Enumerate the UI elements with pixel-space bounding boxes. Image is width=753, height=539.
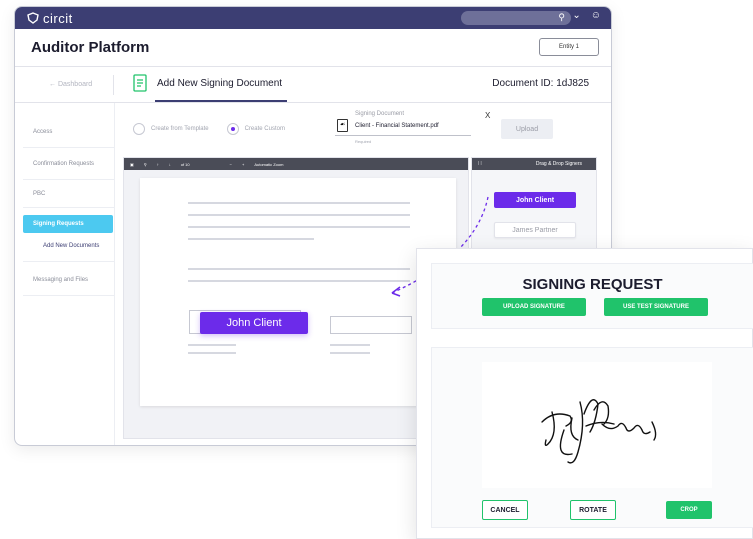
radio-create-from-template[interactable]: [133, 123, 145, 135]
modal-title: SIGNING REQUEST: [522, 276, 663, 293]
radio-label-template: Create from Template: [151, 126, 209, 132]
sidebar-item-confirmation-requests[interactable]: Confirmation Requests: [23, 155, 113, 173]
divider: [23, 179, 115, 180]
circit-logo[interactable]: circit: [27, 11, 73, 26]
signing-document-field[interactable]: ☙ Signing Document Client - Financial St…: [335, 111, 475, 145]
shield-logo-icon: [27, 12, 39, 24]
text-line: [330, 352, 370, 354]
document-id: Document ID: 1dJ825: [492, 78, 589, 89]
sidebar-item-access[interactable]: Access: [23, 123, 113, 141]
crop-button[interactable]: CROP: [666, 501, 712, 519]
arrow-up-icon[interactable]: ↑: [157, 162, 159, 167]
sidebar: Access Confirmation Requests PBC Signing…: [15, 103, 115, 445]
top-nav-bar: circit ⚲ ⌄ ☺: [15, 7, 611, 29]
signature-area: CANCEL ROTATE CROP: [431, 347, 753, 528]
required-hint: Required: [355, 139, 372, 144]
radio-label-custom: Create Custom: [244, 126, 285, 132]
signers-panel-header: ∷ Drag & Drop Signers: [472, 158, 596, 170]
field-underline: [335, 135, 471, 136]
signature-field-empty[interactable]: [330, 316, 412, 334]
search-input[interactable]: ⚲: [461, 11, 571, 25]
zoom-in-icon[interactable]: +: [242, 162, 244, 167]
text-line: [188, 268, 410, 270]
text-line: [188, 226, 410, 228]
rotate-button[interactable]: ROTATE: [570, 500, 616, 520]
signers-panel-title: Drag & Drop Signers: [535, 161, 582, 167]
zoom-select[interactable]: Automatic Zoom: [254, 162, 283, 167]
divider: [23, 207, 115, 208]
divider: [23, 261, 115, 262]
radio-create-custom[interactable]: [226, 123, 239, 135]
title-bar: Auditor Platform Entity 1: [15, 29, 611, 67]
app-title: Auditor Platform: [31, 39, 150, 56]
field-label: Signing Document: [355, 111, 405, 117]
text-line: [188, 352, 236, 354]
sidebar-item-pbc[interactable]: PBC: [23, 185, 113, 203]
dashboard-label: Dashboard: [57, 81, 93, 88]
document-type-radio-group: Create from Template Create Custom: [133, 123, 285, 135]
arrow-down-icon[interactable]: ↓: [169, 162, 171, 167]
sidebar-item-signing-requests[interactable]: Signing Requests: [23, 215, 113, 233]
user-icon[interactable]: ☺: [591, 10, 601, 21]
text-line: [188, 238, 314, 240]
signature-image: [541, 399, 657, 464]
logo-text: circit: [43, 10, 73, 26]
upload-button[interactable]: Upload: [501, 119, 553, 139]
upload-signature-button[interactable]: UPLOAD SIGNATURE: [482, 298, 586, 316]
chevron-down-icon[interactable]: ⌄: [572, 10, 580, 21]
sidebar-subitem-add-new-documents[interactable]: Add New Documents: [43, 243, 99, 249]
text-line: [330, 344, 370, 346]
clear-file-button[interactable]: X: [485, 111, 490, 120]
file-name: Client - Financial Statement.pdf: [355, 123, 439, 129]
signer-james-partner[interactable]: James Partner: [494, 222, 576, 238]
signature-canvas[interactable]: [482, 362, 712, 488]
pdf-file-icon: ☙: [337, 119, 348, 132]
entity-selector-button[interactable]: Entity 1: [539, 38, 599, 56]
zoom-out-icon[interactable]: −: [230, 162, 232, 167]
sidebar-item-messaging-files[interactable]: Messaging and Files: [23, 271, 113, 289]
active-tab-underline: [155, 100, 287, 102]
pdf-toolbar: ▣ ⚲ ↑ ↓ of 10 − + Automatic Zoom: [124, 158, 468, 170]
dashboard-back-link[interactable]: ← Dashboard: [49, 81, 92, 88]
signer-john-client[interactable]: John Client: [494, 192, 576, 208]
search-icon: ⚲: [558, 12, 565, 22]
page-info: of 10: [180, 161, 190, 167]
signing-request-modal: SIGNING REQUEST UPLOAD SIGNATURE USE TES…: [416, 248, 753, 539]
sidebar-toggle-icon[interactable]: ▣: [130, 162, 134, 167]
dragged-signer-chip[interactable]: John Client: [200, 312, 308, 334]
divider: [23, 147, 115, 148]
cancel-button[interactable]: CANCEL: [482, 500, 528, 520]
modal-header: SIGNING REQUEST UPLOAD SIGNATURE USE TES…: [431, 263, 753, 329]
use-test-signature-button[interactable]: USE TEST SIGNATURE: [604, 298, 708, 316]
text-line: [188, 214, 410, 216]
text-line: [188, 344, 236, 346]
text-line: [188, 202, 410, 204]
text-line: [188, 280, 410, 282]
document-add-icon: [133, 74, 147, 92]
grid-icon: ∷: [478, 161, 482, 167]
search-icon[interactable]: ⚲: [144, 162, 147, 167]
divider: [113, 75, 114, 95]
divider: [23, 295, 115, 296]
page-title: Add New Signing Document: [157, 78, 283, 89]
breadcrumb-bar: ← Dashboard Add New Signing Document Doc…: [15, 67, 611, 103]
